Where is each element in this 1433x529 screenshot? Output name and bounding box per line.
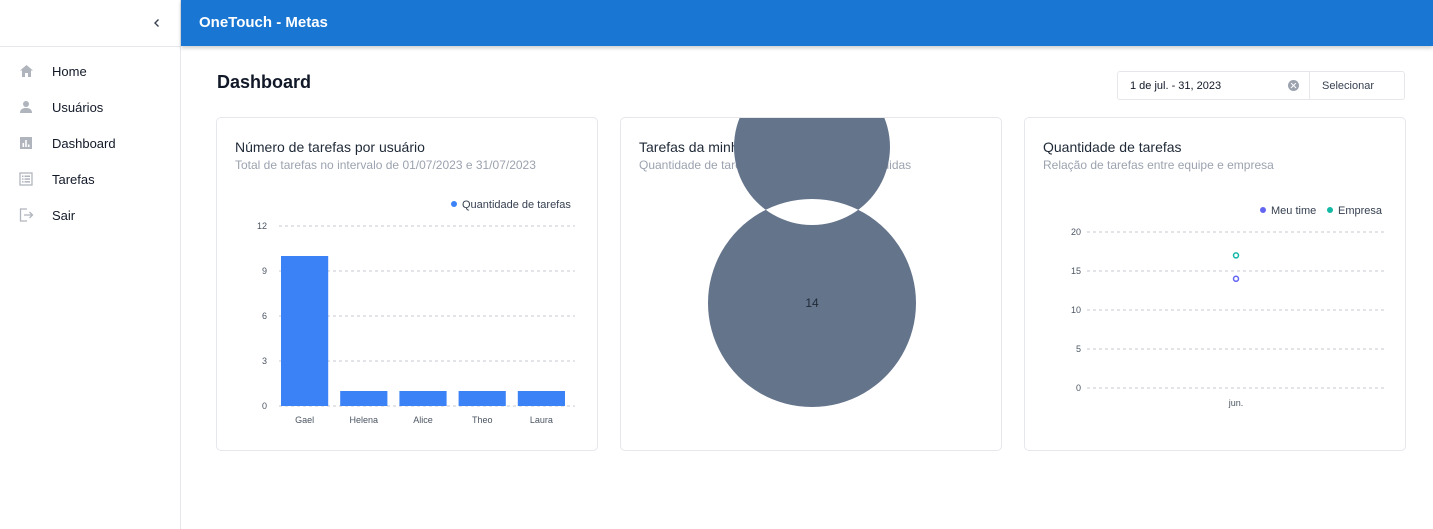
y-tick-label: 0 xyxy=(1076,383,1081,393)
sidebar-item-home[interactable]: Home xyxy=(0,53,180,89)
clear-icon[interactable] xyxy=(1288,80,1299,91)
top-app-bar: OneTouch - Metas xyxy=(181,0,1433,46)
bar-gael xyxy=(281,256,329,406)
x-tick-label: Laura xyxy=(530,415,553,425)
bar-chart-icon xyxy=(18,135,34,151)
sidebar: Home Usuários Dashboard Tarefas Sair xyxy=(0,0,181,529)
date-range-value: 1 de jul. - 31, 2023 xyxy=(1130,80,1222,92)
chevron-left-icon xyxy=(154,19,159,27)
logout-icon xyxy=(18,207,34,223)
donut-center-label: 14 xyxy=(805,296,819,310)
legend-label: Meu time xyxy=(1271,205,1316,217)
date-range-picker: 1 de jul. - 31, 2023 Selecionar xyxy=(1117,71,1405,100)
bar-chart: 0 3 6 9 12 Gael Helena Alice Theo Laura Quantidade… xyxy=(257,199,575,425)
bar-laura xyxy=(517,391,565,406)
y-tick-label: 10 xyxy=(1071,305,1081,315)
sidebar-header xyxy=(0,0,180,47)
x-tick-label: Theo xyxy=(472,415,493,425)
x-tick-label: jun. xyxy=(1228,398,1244,408)
y-tick-label: 6 xyxy=(262,311,267,321)
team-tasks-card: Tarefas da minha equipe Quantidade de ta… xyxy=(620,117,1002,451)
select-date-button[interactable]: Selecionar xyxy=(1310,72,1404,99)
sidebar-item-label: Home xyxy=(52,63,87,79)
sidebar-item-sair[interactable]: Sair xyxy=(0,197,180,233)
list-icon xyxy=(18,171,34,187)
y-tick-label: 9 xyxy=(262,266,267,276)
donut-slice xyxy=(708,118,916,407)
tasks-per-user-card: Número de tarefas por usuário Total de t… xyxy=(216,117,598,451)
home-icon xyxy=(18,63,34,79)
sidebar-item-label: Tarefas xyxy=(52,171,95,187)
collapse-sidebar-button[interactable] xyxy=(146,12,168,34)
sidebar-item-usuarios[interactable]: Usuários xyxy=(0,89,180,125)
y-tick-label: 12 xyxy=(257,221,267,231)
bar-alice xyxy=(399,391,447,406)
task-count-card: Quantidade de tarefas Relação de tarefas… xyxy=(1024,117,1406,451)
sidebar-item-label: Usuários xyxy=(52,99,104,115)
legend-marker xyxy=(1260,207,1266,213)
sidebar-item-dashboard[interactable]: Dashboard xyxy=(0,125,180,161)
legend-label: Empresa xyxy=(1338,205,1383,217)
user-icon xyxy=(18,99,34,115)
sidebar-item-label: Dashboard xyxy=(52,135,116,151)
x-tick-label: Gael xyxy=(295,415,314,425)
y-tick-label: 5 xyxy=(1076,344,1081,354)
bar-helena xyxy=(340,391,388,406)
y-tick-label: 20 xyxy=(1071,227,1081,237)
sidebar-item-tarefas[interactable]: Tarefas xyxy=(0,161,180,197)
date-range-input[interactable]: 1 de jul. - 31, 2023 xyxy=(1118,72,1310,99)
x-tick-label: Alice xyxy=(413,415,433,425)
donut-chart: 14 xyxy=(708,118,916,407)
point-empresa xyxy=(1232,252,1240,259)
page-title: Dashboard xyxy=(217,72,312,92)
app-title: OneTouch - Metas xyxy=(199,14,328,31)
y-tick-label: 3 xyxy=(262,356,267,366)
y-tick-label: 0 xyxy=(262,401,267,411)
sidebar-nav: Home Usuários Dashboard Tarefas Sair xyxy=(0,47,180,233)
y-tick-label: 15 xyxy=(1071,266,1081,276)
bar-theo xyxy=(458,391,506,406)
sidebar-item-label: Sair xyxy=(52,207,76,223)
legend-marker xyxy=(1327,207,1333,213)
legend-label: Quantidade de tarefas xyxy=(462,199,571,211)
scatter-chart: 0 5 10 15 20 jun. Meu time Empresa xyxy=(1071,205,1385,408)
point-meu-time xyxy=(1232,275,1240,283)
x-tick-label: Helena xyxy=(350,415,379,425)
legend-marker xyxy=(451,201,457,207)
